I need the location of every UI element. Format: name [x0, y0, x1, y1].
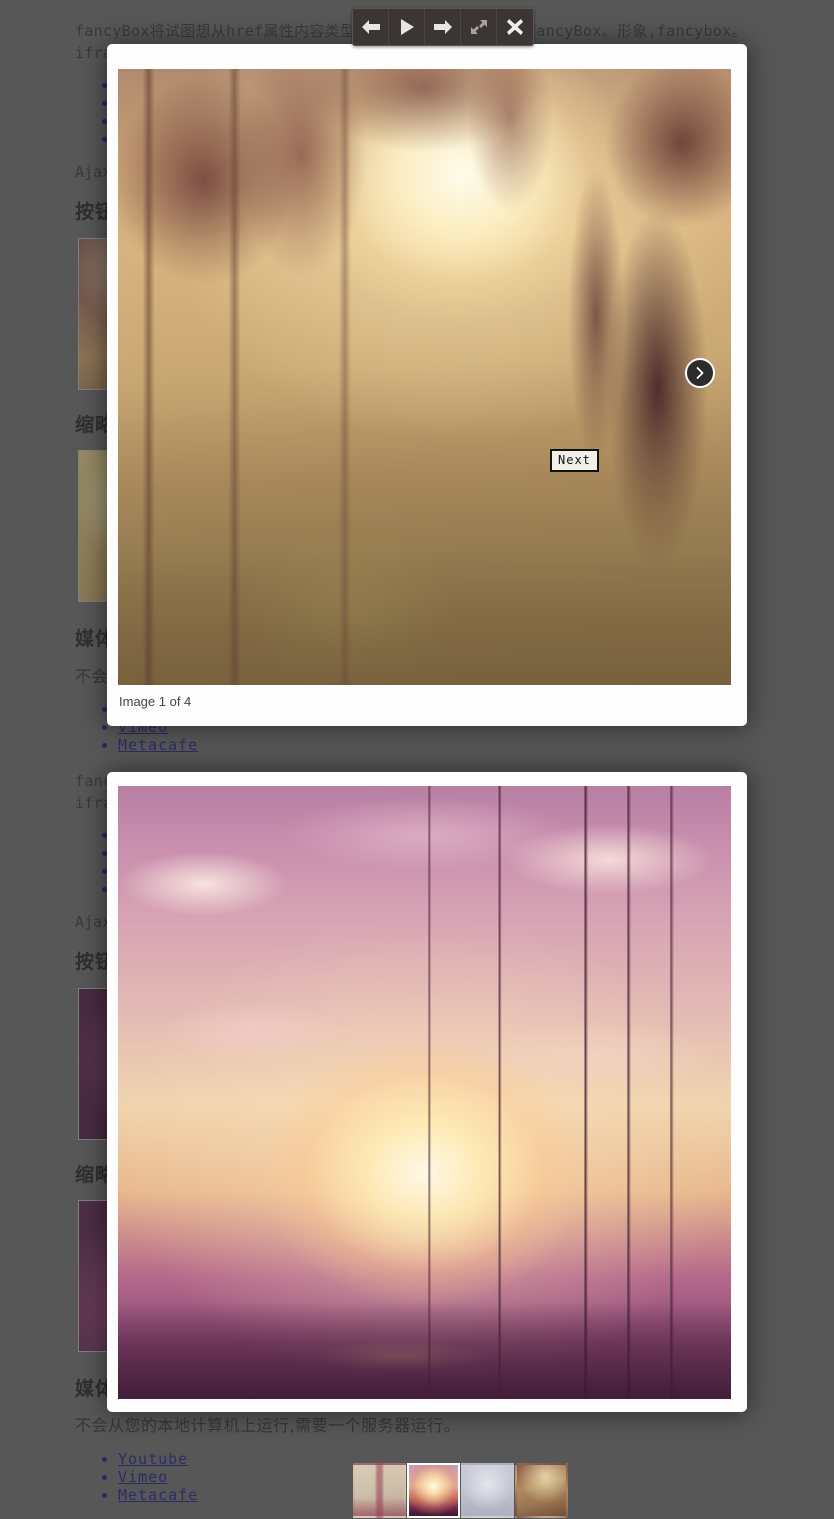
thumbnail-gray-sky[interactable]	[461, 1463, 514, 1518]
lightbox-bottom-stage[interactable]	[118, 786, 731, 1399]
lightbox-top-stage[interactable]	[118, 69, 731, 685]
list-item[interactable]: Metacafe	[118, 736, 198, 754]
ajax-label-2: Ajax	[75, 913, 112, 931]
link-metacafe-1[interactable]: Metacafe	[118, 736, 198, 754]
screen: fancyBox将试图想从href属性内容类型,但您可以通过添加名称(fancy…	[0, 0, 834, 1519]
thumbnail-autumn-trees[interactable]	[515, 1463, 568, 1518]
media-links-2: Youtube Vimeo Metacafe	[100, 1450, 198, 1504]
link-metacafe-2[interactable]: Metacafe	[118, 1486, 198, 1504]
fancybox-toolbar	[352, 8, 534, 46]
lightbox-top: Next Image 1 of 4	[107, 44, 747, 726]
ajax-label-1: Ajax	[75, 163, 112, 181]
list-item[interactable]: Vimeo	[118, 1468, 198, 1486]
lightbox-top-caption: Image 1 of 4	[119, 694, 192, 709]
close-icon[interactable]	[497, 9, 533, 45]
lightbox-bottom	[107, 772, 747, 1412]
thumbnail-strip	[353, 1463, 569, 1518]
next-arrow-icon[interactable]	[425, 9, 461, 45]
list-item[interactable]: Metacafe	[118, 1486, 198, 1504]
expand-icon[interactable]	[461, 9, 497, 45]
image-sunset-harbour	[118, 786, 731, 1399]
media-note-2: 不会从您的本地计算机上运行,需要一个服务器运行。	[75, 1416, 461, 1435]
link-vimeo-2[interactable]: Vimeo	[118, 1468, 168, 1486]
next-nav-button[interactable]	[685, 358, 715, 388]
link-youtube-2[interactable]: Youtube	[118, 1450, 188, 1468]
thumbnail-eiffel-tower[interactable]	[353, 1463, 406, 1518]
list-item[interactable]: Youtube	[118, 1450, 198, 1468]
play-icon[interactable]	[389, 9, 425, 45]
image-sunlit-forest	[118, 69, 731, 685]
prev-arrow-icon[interactable]	[353, 9, 389, 45]
thumbnail-sunset-harbour[interactable]	[407, 1463, 460, 1518]
next-tooltip: Next	[550, 449, 599, 472]
